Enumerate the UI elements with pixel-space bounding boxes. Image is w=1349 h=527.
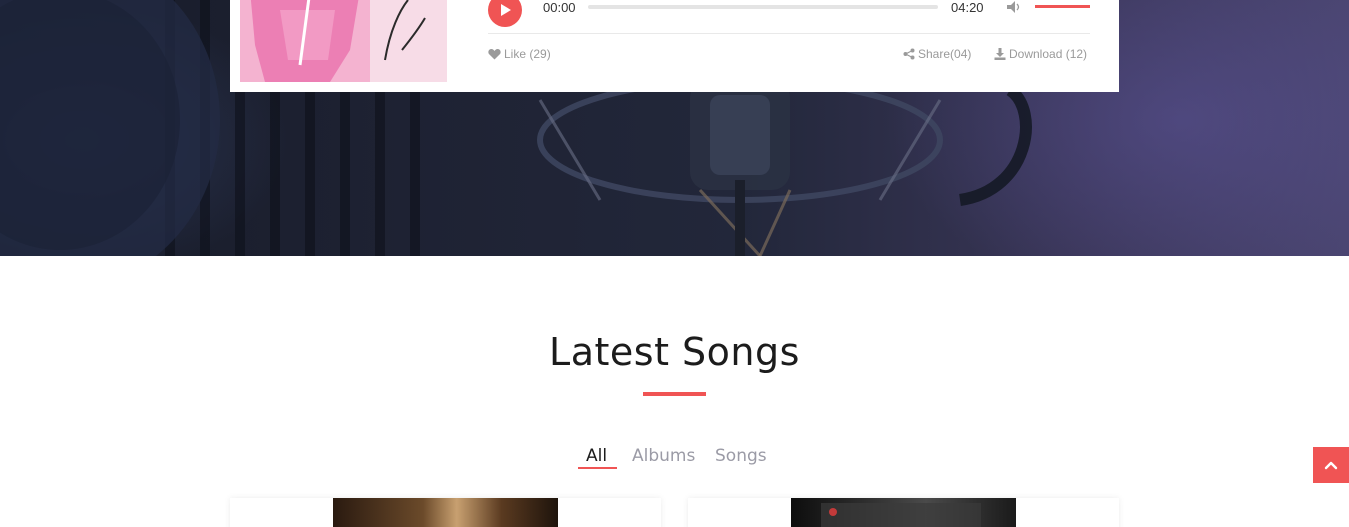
tab-all[interactable]: All [586, 446, 607, 466]
chevron-up-icon [1324, 461, 1338, 470]
progress-bar[interactable] [588, 5, 938, 9]
song-thumbnail[interactable] [791, 498, 1016, 527]
divider [488, 33, 1090, 34]
song-card[interactable] [688, 498, 1119, 527]
volume-icon[interactable] [1006, 0, 1022, 14]
volume-level [1035, 5, 1090, 8]
like-button[interactable]: Like (29) [488, 47, 551, 61]
download-button[interactable]: Download (12) [994, 47, 1087, 61]
share-icon [903, 48, 915, 60]
heart-icon [488, 49, 501, 60]
tab-albums[interactable]: Albums [632, 446, 695, 466]
tab-songs[interactable]: Songs [715, 446, 767, 466]
volume-slider[interactable] [1035, 5, 1090, 8]
share-label: Share(04) [918, 47, 972, 61]
duration: 04:20 [951, 0, 984, 15]
page: 00:00 04:20 Like (29) Share(04) Download… [0, 0, 1349, 527]
download-icon [994, 48, 1006, 60]
active-tab-underline [578, 467, 617, 469]
back-to-top-button[interactable] [1313, 447, 1349, 483]
title-underline [643, 392, 706, 396]
song-thumbnail[interactable] [333, 498, 558, 527]
share-button[interactable]: Share(04) [903, 47, 971, 61]
section-title: Latest Songs [549, 330, 800, 374]
like-label: Like (29) [504, 47, 551, 61]
song-card[interactable] [230, 498, 661, 527]
download-label: Download (12) [1009, 47, 1088, 61]
album-cover[interactable] [240, 0, 447, 82]
album-cover-art [240, 0, 447, 82]
thumbnail-art [821, 503, 981, 527]
play-button[interactable] [488, 0, 522, 27]
music-player: 00:00 04:20 Like (29) Share(04) Download… [230, 0, 1119, 92]
current-time: 00:00 [543, 0, 576, 15]
